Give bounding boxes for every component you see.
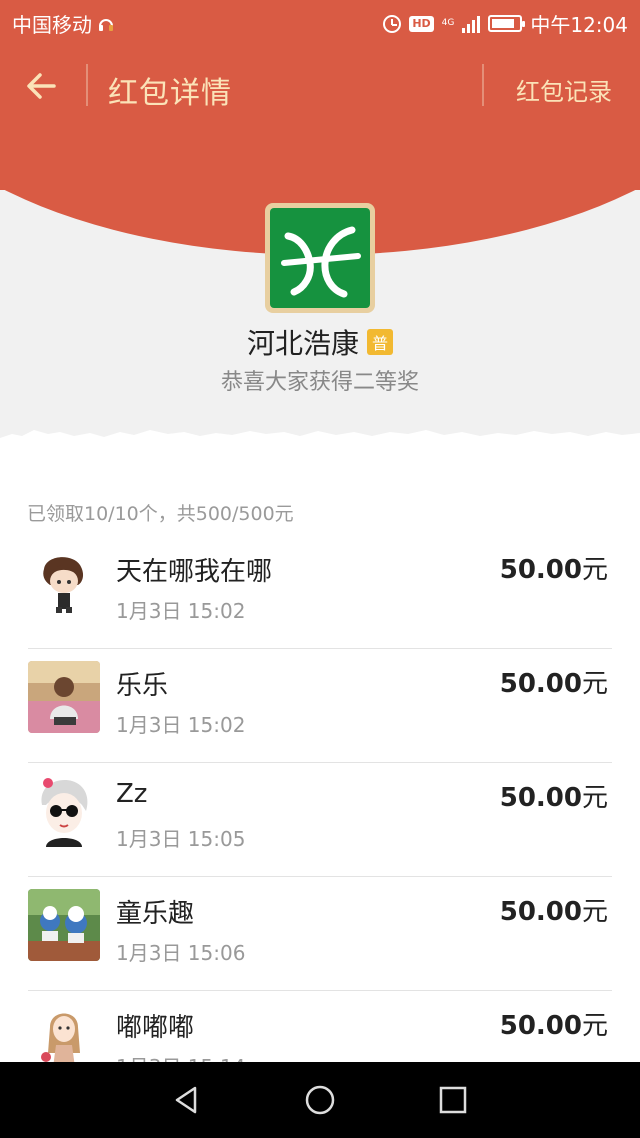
headset-icon — [99, 18, 113, 31]
claim-summary: 已领取10/10个，共500/500元 — [27, 503, 294, 525]
list-item[interactable]: 乐乐 1月3日 15:02 50.00元 — [0, 649, 640, 763]
recipient-list: 天在哪我在哪 1月3日 15:02 50.00元 乐乐 1月3日 15:02 5… — [0, 535, 640, 1105]
records-divider — [482, 64, 484, 106]
battery-icon — [488, 15, 526, 32]
hd-badge: HD — [409, 15, 434, 32]
claim-amount: 50.00元 — [499, 783, 608, 813]
triangle-back-icon — [175, 1086, 196, 1114]
claim-time: 1月3日 15:02 — [116, 713, 246, 737]
records-link[interactable]: 红包记录 — [516, 72, 612, 107]
title-divider — [86, 64, 88, 106]
system-nav-bar — [0, 1062, 640, 1138]
avatar — [28, 889, 100, 961]
avatar — [28, 661, 100, 733]
sender-badge: 普 — [367, 329, 393, 355]
back-button[interactable] — [20, 66, 64, 106]
title-bar: 红包详情 红包记录 — [0, 58, 640, 114]
back-arrow-icon — [27, 73, 56, 99]
claim-time: 1月3日 15:02 — [116, 599, 246, 623]
claim-amount: 50.00元 — [499, 669, 608, 699]
alarm-icon — [383, 14, 402, 33]
avatar — [28, 547, 100, 619]
claim-amount: 50.00元 — [499, 897, 608, 927]
screen: 中国移动 HD 4G 中午12:04 红包详情 红包记录 河北浩康 普 恭喜大家… — [0, 0, 640, 1138]
claim-amount: 50.00元 — [499, 1011, 608, 1041]
recipient-name: 乐乐 — [116, 671, 169, 701]
clock-label: 中午12:04 — [530, 13, 628, 37]
list-item[interactable]: Zz 1月3日 15:05 50.00元 — [0, 763, 640, 877]
signal-icon — [462, 15, 481, 33]
network-label: 4G — [441, 18, 455, 28]
carrier-label: 中国移动 — [12, 13, 92, 37]
status-bar: 中国移动 HD 4G 中午12:04 — [0, 0, 640, 44]
nav-back-button[interactable] — [159, 1072, 215, 1128]
claim-amount: 50.00元 — [499, 555, 608, 585]
nav-recents-button[interactable] — [425, 1072, 481, 1128]
sender-logo-icon — [281, 226, 361, 298]
claim-time: 1月3日 15:06 — [116, 941, 246, 965]
sender-name-row: 河北浩康 普 — [0, 322, 640, 362]
recipient-name: 嘟嘟嘟 — [116, 1013, 195, 1043]
circle-home-icon — [305, 1085, 335, 1115]
square-recents-icon — [440, 1086, 467, 1114]
recipient-name: 童乐趣 — [116, 899, 195, 929]
page-title: 红包详情 — [108, 76, 232, 111]
sender-name: 河北浩康 — [246, 327, 359, 360]
list-item[interactable]: 童乐趣 1月3日 15:06 50.00元 — [0, 877, 640, 991]
claim-time: 1月3日 15:05 — [116, 827, 246, 851]
recipient-name: Zz — [116, 779, 148, 809]
list-item[interactable]: 天在哪我在哪 1月3日 15:02 50.00元 — [0, 535, 640, 649]
recipient-name: 天在哪我在哪 — [116, 557, 273, 587]
torn-edge — [0, 430, 640, 460]
sender-avatar[interactable] — [265, 203, 375, 313]
avatar — [28, 775, 100, 847]
nav-home-button[interactable] — [292, 1072, 348, 1128]
greeting-text: 恭喜大家获得二等奖 — [220, 370, 419, 395]
